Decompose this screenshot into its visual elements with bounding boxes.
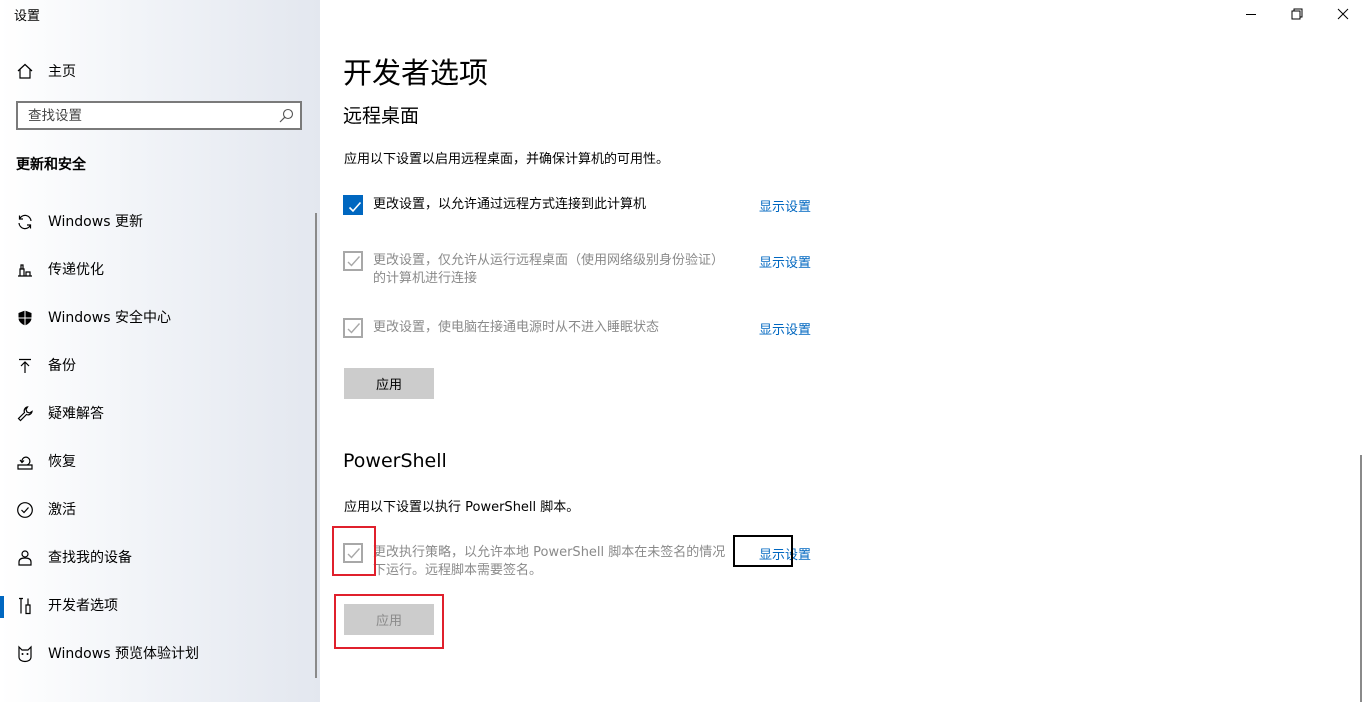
close-icon: [1337, 8, 1349, 20]
sidebar-item-label: 激活: [48, 502, 76, 518]
show-settings-link[interactable]: 显示设置: [759, 252, 811, 271]
option-label: 更改设置，仅允许从运行远程桌面（使用网络级别身份验证）的计算机进行连接: [373, 253, 725, 286]
home-icon: [17, 63, 33, 79]
sidebar-item-label: 恢复: [48, 454, 76, 470]
wrench-icon: [17, 406, 33, 422]
search-input[interactable]: [18, 103, 268, 128]
sidebar-item-windows-update[interactable]: Windows 更新: [0, 200, 318, 244]
restore-button[interactable]: [1274, 0, 1320, 28]
sidebar-scrollbar[interactable]: [315, 213, 317, 678]
option-label: 更改设置，使电脑在接通电源时从不进入睡眠状态: [373, 320, 660, 335]
search-box[interactable]: [16, 101, 302, 130]
show-settings-link[interactable]: 显示设置: [759, 319, 811, 338]
close-button[interactable]: [1320, 0, 1366, 28]
active-indicator: [0, 596, 4, 618]
sidebar-item-troubleshoot[interactable]: 疑难解答: [0, 392, 318, 436]
remote-desktop-heading: 远程桌面: [343, 105, 420, 127]
sidebar-item-developer-options[interactable]: 开发者选项: [0, 584, 318, 628]
main-content: 开发者选项 远程桌面 应用以下设置以启用远程桌面，并确保计算机的可用性。 更改设…: [320, 0, 1366, 702]
nla-checkbox[interactable]: [343, 251, 363, 271]
sidebar-item-label: 查找我的设备: [48, 550, 132, 566]
checkmark-icon: [347, 323, 361, 334]
sidebar-item-label: 传递优化: [48, 262, 104, 278]
sidebar-item-label: Windows 安全中心: [48, 310, 171, 326]
insider-cat-icon: [18, 645, 32, 663]
app-title: 设置: [14, 9, 41, 24]
sidebar-item-label: 疑难解答: [48, 406, 104, 422]
check-circle-icon: [17, 502, 33, 518]
link-focus-outline: [733, 535, 793, 567]
sidebar-item-label: Windows 更新: [48, 214, 143, 230]
main-scrollbar[interactable]: [1360, 455, 1362, 702]
sidebar-item-label: Windows 预览体验计划: [48, 646, 199, 662]
sidebar: 设置 主页 更新和安全 Windows 更新 传递优化 Windows 安全中心…: [0, 0, 320, 702]
home-label: 主页: [48, 64, 76, 80]
sidebar-item-windows-insider[interactable]: Windows 预览体验计划: [0, 632, 318, 676]
annotation-highlight-checkbox: [332, 526, 376, 576]
sidebar-item-label: 开发者选项: [48, 598, 118, 614]
remote-desktop-apply-button[interactable]: 应用: [344, 368, 434, 399]
section-title: 更新和安全: [16, 157, 86, 173]
recovery-icon: [17, 456, 33, 470]
search-icon[interactable]: [278, 108, 294, 124]
annotation-highlight-apply: [334, 594, 444, 649]
shield-icon: [18, 310, 32, 326]
sync-icon: [18, 214, 32, 230]
sidebar-item-windows-security[interactable]: Windows 安全中心: [0, 296, 318, 340]
sidebar-item-delivery-optimization[interactable]: 传递优化: [0, 248, 318, 292]
developer-tools-icon: [19, 597, 31, 615]
sidebar-item-backup[interactable]: 备份: [0, 344, 318, 388]
minimize-button[interactable]: [1228, 0, 1274, 28]
powershell-heading: PowerShell: [343, 450, 447, 472]
option-label: 更改设置，以允许通过远程方式连接到此计算机: [373, 197, 647, 212]
option-label: 更改执行策略，以允许本地 PowerShell 脚本在未签名的情况下运行。远程脚…: [373, 545, 726, 578]
restore-icon: [1291, 8, 1303, 20]
sidebar-item-recovery[interactable]: 恢复: [0, 440, 318, 484]
delivery-optimization-icon: [18, 264, 32, 277]
remote-desktop-description: 应用以下设置以启用远程桌面，并确保计算机的可用性。: [344, 152, 670, 167]
sidebar-item-label: 备份: [48, 358, 76, 374]
allow-remote-checkbox[interactable]: [343, 195, 363, 215]
show-settings-link[interactable]: 显示设置: [759, 196, 811, 215]
person-pin-icon: [18, 550, 32, 566]
page-title: 开发者选项: [343, 56, 489, 90]
checkmark-icon: [348, 201, 362, 213]
sidebar-item-find-my-device[interactable]: 查找我的设备: [0, 536, 318, 580]
sidebar-item-activation[interactable]: 激活: [0, 488, 318, 532]
no-sleep-checkbox[interactable]: [343, 318, 363, 338]
powershell-description: 应用以下设置以执行 PowerShell 脚本。: [344, 500, 580, 515]
backup-arrow-icon: [19, 358, 31, 373]
checkmark-icon: [347, 256, 361, 267]
home-nav-item[interactable]: 主页: [16, 60, 76, 82]
minimize-icon: [1246, 14, 1256, 15]
